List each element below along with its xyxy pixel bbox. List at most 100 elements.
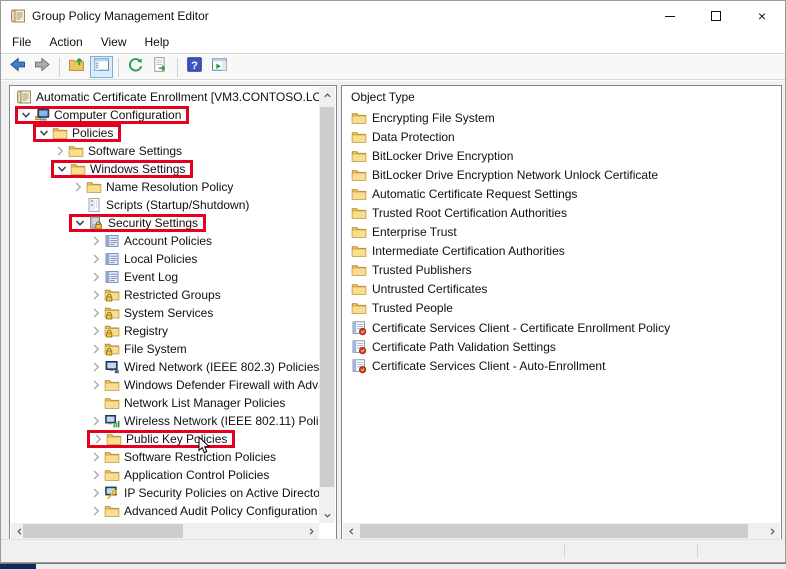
menu-bar: FileActionViewHelp [1, 31, 785, 54]
list-item[interactable]: Certificate Services Client - Auto-Enrol… [343, 356, 780, 375]
tree-item[interactable]: Computer Configuration [11, 106, 319, 124]
tree-item-inner: File System [89, 340, 187, 358]
tree-item[interactable]: Software Settings [11, 142, 319, 160]
list-item-label: Trusted People [372, 301, 453, 315]
chevron-collapsed-icon[interactable] [71, 180, 85, 194]
chevron-collapsed-icon[interactable] [89, 288, 103, 302]
chevron-collapsed-icon[interactable] [89, 450, 103, 464]
list-item[interactable]: Data Protection [343, 127, 780, 146]
export-list-button[interactable] [149, 56, 172, 78]
tree-item[interactable]: Windows Settings [11, 160, 319, 178]
tree-item[interactable]: Advanced Audit Policy Configuration [11, 502, 319, 520]
title-bar: Group Policy Management Editor × [1, 1, 785, 31]
menu-file[interactable]: File [3, 32, 40, 52]
refresh-button[interactable] [124, 56, 147, 78]
chevron-collapsed-icon[interactable] [89, 234, 103, 248]
annotation-box: Policies [33, 124, 121, 142]
gpme-window: Group Policy Management Editor × FileAct… [0, 0, 786, 563]
chevron-collapsed-icon[interactable] [89, 270, 103, 284]
tree-item[interactable]: Restricted Groups [11, 286, 319, 304]
list-item[interactable]: Trusted People [343, 299, 780, 318]
minimize-button[interactable] [647, 1, 693, 31]
chevron-expanded-icon[interactable] [73, 216, 87, 230]
tree-item[interactable]: Public Key Policies [11, 430, 319, 448]
scroll-up-icon[interactable] [319, 87, 335, 103]
list-item[interactable]: Certificate Services Client - Certificat… [343, 318, 780, 337]
tree-hscroll-thumb[interactable] [23, 524, 183, 538]
help-button[interactable]: ? [183, 56, 206, 78]
tree-horizontal-scrollbar[interactable] [11, 523, 319, 539]
scroll-right-icon[interactable] [764, 523, 780, 539]
tree-item[interactable]: IP Security Policies on Active Directory [11, 484, 319, 502]
chevron-collapsed-icon[interactable] [53, 144, 67, 158]
chevron-collapsed-icon[interactable] [89, 414, 103, 428]
scroll-icon [10, 8, 26, 24]
menu-help[interactable]: Help [136, 32, 179, 52]
list-item[interactable]: Certificate Path Validation Settings [343, 337, 780, 356]
chevron-expanded-icon[interactable] [37, 126, 51, 140]
list-horizontal-scrollbar[interactable] [343, 523, 780, 539]
tree-item[interactable]: Wired Network (IEEE 802.3) Policies [11, 358, 319, 376]
chevron-collapsed-icon[interactable] [89, 324, 103, 338]
tree-item[interactable]: Wireless Network (IEEE 802.11) Policie [11, 412, 319, 430]
tree-item[interactable]: Network List Manager Policies [11, 394, 319, 412]
forward-button[interactable] [31, 56, 54, 78]
chevron-collapsed-icon[interactable] [89, 342, 103, 356]
scroll-down-icon[interactable] [319, 507, 335, 523]
list-item-label: Automatic Certificate Request Settings [372, 187, 577, 201]
column-header-object-type[interactable]: Object Type [351, 90, 415, 104]
tree-item[interactable]: Account Policies [11, 232, 319, 250]
back-button[interactable] [6, 56, 29, 78]
show-console-tree-button[interactable] [90, 56, 113, 78]
chevron-expanded-icon[interactable] [55, 162, 69, 176]
menu-action[interactable]: Action [40, 32, 91, 52]
tree-item[interactable]: Local Policies [11, 250, 319, 268]
list-hscroll-thumb[interactable] [360, 524, 748, 538]
list-item[interactable]: Intermediate Certification Authorities [343, 242, 780, 261]
list-item[interactable]: Untrusted Certificates [343, 280, 780, 299]
close-button[interactable]: × [739, 1, 785, 31]
chevron-collapsed-icon[interactable] [91, 432, 105, 446]
tree-item[interactable]: System Services [11, 304, 319, 322]
tree-item[interactable]: Software Restriction Policies [11, 448, 319, 466]
chevron-collapsed-icon[interactable] [89, 306, 103, 320]
chevron-collapsed-icon[interactable] [89, 360, 103, 374]
tree-vscroll-thumb[interactable] [320, 107, 334, 487]
chevron-collapsed-icon[interactable] [89, 252, 103, 266]
list-item[interactable]: Trusted Publishers [343, 261, 780, 280]
tree-item-inner: Application Control Policies [89, 466, 269, 484]
chevron-collapsed-icon[interactable] [89, 378, 103, 392]
tree-vertical-scrollbar[interactable] [319, 87, 335, 523]
tree-item[interactable]: Security Settings [11, 214, 319, 232]
tree-item[interactable]: Windows Defender Firewall with Adva [11, 376, 319, 394]
tree-item[interactable]: Policies [11, 124, 319, 142]
tree-item-inner: Name Resolution Policy [71, 178, 233, 196]
scroll-right-icon[interactable] [303, 523, 319, 539]
chevron-expanded-icon[interactable] [19, 108, 33, 122]
list-item[interactable]: Trusted Root Certification Authorities [343, 203, 780, 222]
menu-view[interactable]: View [92, 32, 136, 52]
show-action-pane-button[interactable] [208, 56, 231, 78]
tree-item[interactable]: Event Log [11, 268, 319, 286]
list-item[interactable]: Enterprise Trust [343, 223, 780, 242]
tree-item-label: Account Policies [124, 234, 212, 248]
list-item[interactable]: Automatic Certificate Request Settings [343, 184, 780, 203]
tree-item[interactable]: File System [11, 340, 319, 358]
chevron-collapsed-icon[interactable] [89, 504, 103, 518]
tree-item[interactable]: Automatic Certificate Enrollment [VM3.CO… [11, 88, 319, 106]
maximize-button[interactable] [693, 1, 739, 31]
tree-item[interactable]: Name Resolution Policy [11, 178, 319, 196]
scroll-left-icon[interactable] [343, 523, 359, 539]
up-one-level-button[interactable] [65, 56, 88, 78]
tree-item[interactable]: Scripts (Startup/Shutdown) [11, 196, 319, 214]
object-list: Encrypting File SystemData ProtectionBit… [343, 108, 780, 523]
tree-item[interactable]: Registry [11, 322, 319, 340]
chevron-collapsed-icon[interactable] [89, 486, 103, 500]
chevron-collapsed-icon[interactable] [89, 468, 103, 482]
list-item[interactable]: BitLocker Drive Encryption [343, 146, 780, 165]
list-item[interactable]: BitLocker Drive Encryption Network Unloc… [343, 165, 780, 184]
mouse-cursor [198, 436, 211, 455]
list-item[interactable]: Encrypting File System [343, 108, 780, 127]
tree-item[interactable]: Application Control Policies [11, 466, 319, 484]
tree-item-label: Network List Manager Policies [124, 396, 285, 410]
